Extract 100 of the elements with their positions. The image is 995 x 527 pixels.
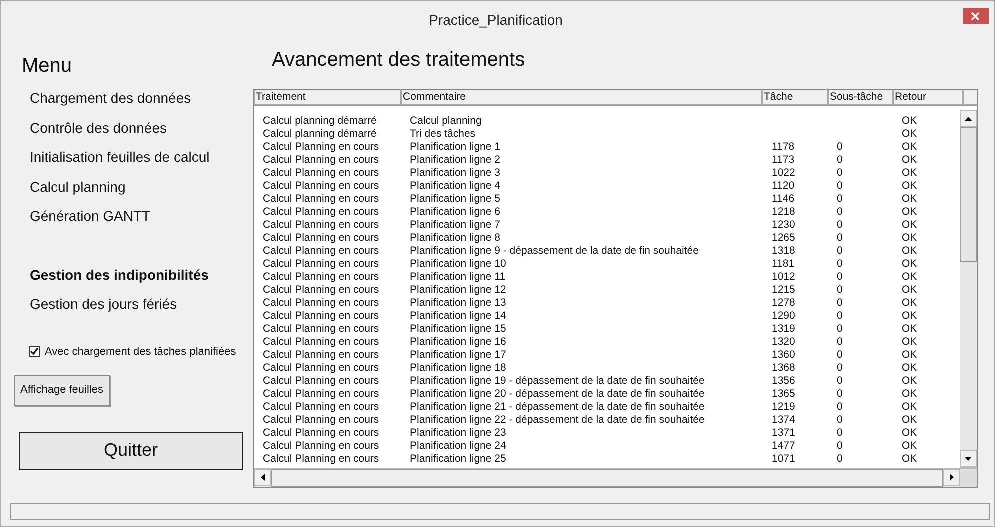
table-cell: Planification ligne 2 <box>410 154 500 166</box>
table-cell: 0 <box>837 440 843 452</box>
table-cell: 0 <box>837 219 843 231</box>
table-cell: Calcul Planning en cours <box>263 401 380 413</box>
table-cell: 0 <box>837 167 843 179</box>
table-cell: Planification ligne 20 - dépassement de la date de fin souhaitée <box>410 388 705 400</box>
table-cell: 1230 <box>772 219 796 231</box>
table-cell: Calcul planning <box>410 115 482 127</box>
table-cell: Planification ligne 7 <box>410 219 500 231</box>
arrow-left-icon <box>260 474 264 481</box>
column-header[interactable]: Commentaire <box>401 90 762 105</box>
table-cell: 1356 <box>772 375 796 387</box>
column-header[interactable]: Retour <box>893 90 963 105</box>
table-cell: Calcul Planning en cours <box>263 206 380 218</box>
table-cell: OK <box>902 297 918 309</box>
table-cell: 0 <box>837 349 843 361</box>
table-cell: OK <box>902 232 918 244</box>
table-cell: 1368 <box>772 362 796 374</box>
table-cell: Calcul Planning en cours <box>263 453 380 465</box>
table-cell: Planification ligne 17 <box>410 349 506 361</box>
table-cell: OK <box>902 362 918 374</box>
table-cell: 1120 <box>772 180 795 192</box>
table-cell: 1178 <box>772 141 795 153</box>
menu-item[interactable]: Génération GANTT <box>30 208 151 238</box>
table-cell: Planification ligne 25 <box>410 453 506 465</box>
menu-item[interactable]: Chargement des données <box>30 90 192 120</box>
table-cell: Planification ligne 12 <box>410 284 506 296</box>
table-cell: Planification ligne 10 <box>410 258 506 270</box>
menu-item[interactable]: Initialisation feuilles de calcul <box>30 149 210 178</box>
column-header[interactable]: Traitement <box>254 90 401 105</box>
arrow-down-icon <box>965 456 972 460</box>
table-cell: 0 <box>837 193 843 205</box>
table-cell: 1477 <box>772 440 796 452</box>
table-cell: OK <box>902 193 918 205</box>
table-cell: Calcul Planning en cours <box>263 427 380 439</box>
table-cell: Tri des tâches <box>410 128 476 140</box>
close-button[interactable] <box>962 8 989 24</box>
table-cell: Calcul Planning en cours <box>263 258 380 270</box>
table-cell: 0 <box>837 453 843 465</box>
table-cell: 0 <box>837 232 843 244</box>
menu-item[interactable]: Gestion des jours fériés <box>30 296 178 326</box>
table-cell: 1022 <box>772 167 796 179</box>
quit-button[interactable]: Quitter <box>19 432 243 470</box>
affichage-button[interactable]: Affichage feuilles <box>14 374 110 406</box>
scrollbar-corner <box>960 469 977 487</box>
menu-item[interactable]: Calcul planning <box>30 178 126 208</box>
table-cell: 0 <box>837 388 843 400</box>
table-cell: 1365 <box>772 388 796 400</box>
table-cell: OK <box>902 258 918 270</box>
scroll-thumb[interactable] <box>960 127 977 262</box>
window-title: Practice_Planification <box>428 12 563 28</box>
table-cell: Calcul Planning en cours <box>263 388 380 400</box>
table-cell: Calcul Planning en cours <box>263 180 380 192</box>
table-cell: Calcul Planning en cours <box>263 219 380 231</box>
table-cell: OK <box>902 128 918 140</box>
menu-item[interactable]: Gestion des indiponibilités <box>30 266 209 296</box>
table-cell: OK <box>902 206 918 218</box>
table-cell: 0 <box>837 310 843 322</box>
scroll-up-button[interactable] <box>960 110 977 127</box>
table-cell: 0 <box>837 245 843 257</box>
table-cell: Planification ligne 19 - dépassement de la date de fin souhaitée <box>410 375 705 387</box>
table-cell: OK <box>902 414 918 426</box>
table-cell: Calcul Planning en cours <box>263 440 380 452</box>
table-cell: Calcul Planning en cours <box>263 414 380 426</box>
table-cell: 0 <box>837 375 843 387</box>
scroll-left-button[interactable] <box>254 469 271 486</box>
table-cell: OK <box>902 271 918 283</box>
table-cell: Planification ligne 15 <box>410 323 506 335</box>
table-cell: 1215 <box>772 284 796 296</box>
column-header[interactable]: Tâche <box>762 90 828 105</box>
table-cell: 1374 <box>772 414 796 426</box>
menu-item[interactable]: Contrôle des données <box>30 120 167 149</box>
scroll-down-button[interactable] <box>960 450 977 467</box>
table-cell: Planification ligne 22 - dépassement de la date de fin souhaitée <box>410 414 705 426</box>
table-cell: 0 <box>837 284 843 296</box>
table-cell: 1071 <box>772 453 796 465</box>
table-cell: 0 <box>837 414 843 426</box>
table-cell: Planification ligne 9 - dépassement de la date de fin souhaitée <box>410 245 699 257</box>
checkbox[interactable] <box>29 346 40 357</box>
table-cell: OK <box>902 453 918 465</box>
table-cell: Planification ligne 23 <box>410 427 506 439</box>
table-cell: OK <box>902 375 918 387</box>
table-cell: Planification ligne 1 <box>410 141 500 153</box>
table-cell: Planification ligne 24 <box>410 440 506 452</box>
table-cell: 0 <box>837 271 843 283</box>
table-cell: Planification ligne 5 <box>410 193 500 205</box>
table-cell: Calcul Planning en cours <box>263 375 380 387</box>
table-cell: OK <box>902 440 918 452</box>
table-cell: Planification ligne 11 <box>410 271 506 283</box>
table-cell: Planification ligne 13 <box>410 297 506 309</box>
column-header[interactable]: Sous-tâche <box>828 90 893 105</box>
table-cell: 1290 <box>772 310 796 322</box>
table-cell: Planification ligne 18 <box>410 362 506 374</box>
scroll-right-button[interactable] <box>943 469 960 486</box>
table-cell: Calcul Planning en cours <box>263 310 380 322</box>
table-cell: 0 <box>837 336 843 348</box>
table-cell: 1173 <box>772 154 795 166</box>
table-cell: 1146 <box>772 193 795 205</box>
table-cell: OK <box>902 141 918 153</box>
vertical-scrollbar[interactable] <box>960 110 977 468</box>
